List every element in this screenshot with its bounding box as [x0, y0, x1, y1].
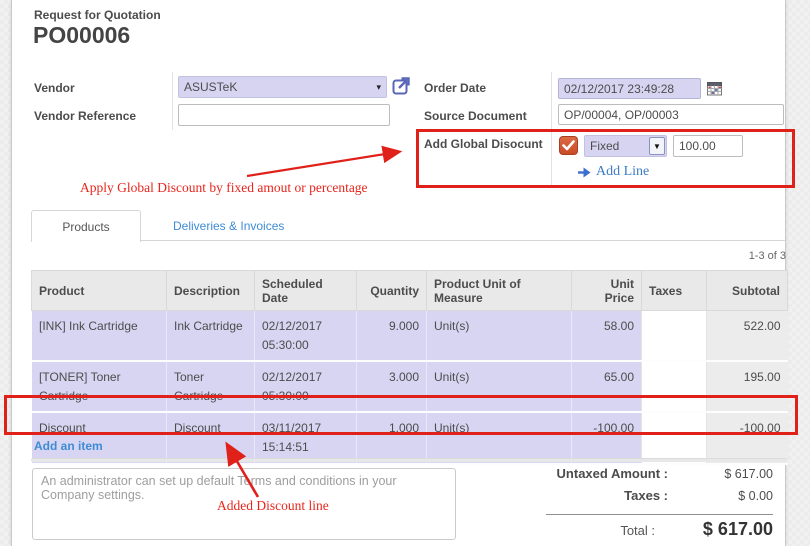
source-document-label: Source Document: [424, 109, 527, 123]
cell-subtotal: -100.00: [707, 412, 788, 463]
discount-amount-input[interactable]: [673, 135, 743, 157]
tab-deliveries-invoices[interactable]: Deliveries & Invoices: [161, 210, 296, 241]
vendor-select[interactable]: ASUSTeK ▾: [178, 76, 387, 98]
field-group-divider-left: [172, 72, 173, 130]
col-header-unit-price: Unit Price: [572, 271, 642, 311]
cell-unit-price: -100.00: [572, 412, 642, 463]
col-header-subtotal: Subtotal: [707, 271, 788, 311]
order-lines-table: Product Description Scheduled Date Quant…: [31, 270, 788, 465]
page: { "window": { "subtitle": "Request for Q…: [0, 0, 810, 546]
taxes-total-value: $ 0.00: [668, 489, 773, 503]
cell-scheduled-date: 02/12/2017 05:30:00: [255, 361, 357, 412]
external-link-icon[interactable]: [392, 76, 411, 95]
untaxed-amount-value: $ 617.00: [668, 467, 773, 481]
totals-divider: [546, 514, 773, 515]
cell-scheduled-date: 03/11/2017 15:14:51: [255, 412, 357, 463]
calendar-icon[interactable]: [707, 81, 722, 96]
tab-products[interactable]: Products: [31, 210, 141, 242]
cell-subtotal: 522.00: [707, 311, 788, 362]
table-header-row: Product Description Scheduled Date Quant…: [32, 271, 788, 311]
right-arrow-icon: [578, 167, 591, 178]
cell-quantity: 1.000: [357, 412, 427, 463]
add-line-label: Add Line: [596, 164, 649, 180]
discount-type-value: Fixed: [590, 139, 619, 153]
cell-description: Discount: [167, 412, 255, 463]
cell-uom: Unit(s): [427, 412, 572, 463]
cell-taxes: [642, 311, 707, 362]
pager: 1-3 of 3: [667, 250, 786, 262]
global-discount-checkbox[interactable]: [559, 136, 578, 155]
vendor-reference-input[interactable]: [178, 104, 390, 126]
tab-products-label: Products: [62, 220, 109, 234]
col-header-product: Product: [32, 271, 167, 311]
totals-panel: Untaxed Amount : $ 617.00 Taxes : $ 0.00…: [512, 466, 773, 545]
cell-scheduled-date: 02/12/2017 05:30:00: [255, 311, 357, 362]
vendor-label: Vendor: [34, 81, 75, 95]
table-row[interactable]: [TONER] Toner Cartridge Toner Cartridge …: [32, 361, 788, 412]
cell-taxes: [642, 361, 707, 412]
col-header-scheduled-date: Scheduled Date: [255, 271, 357, 311]
order-date-input[interactable]: [558, 78, 701, 99]
table-row-discount[interactable]: Discount Discount 03/11/2017 15:14:51 1.…: [32, 412, 788, 463]
cell-unit-price: 58.00: [572, 311, 642, 362]
checkmark-icon: [562, 140, 575, 151]
taxes-total-label: Taxes :: [512, 488, 668, 503]
cell-subtotal: 195.00: [707, 361, 788, 412]
cell-taxes: [642, 412, 707, 463]
doc-type-subtitle: Request for Quotation: [34, 8, 161, 22]
form-sheet: Request for Quotation PO00006 Vendor ASU…: [11, 0, 786, 546]
table-row[interactable]: [INK] Ink Cartridge Ink Cartridge 02/12/…: [32, 311, 788, 362]
total-value: $ 617.00: [655, 519, 773, 540]
tab-deliveries-invoices-label: Deliveries & Invoices: [173, 219, 284, 233]
col-header-quantity: Quantity: [357, 271, 427, 311]
field-group-divider-right: [551, 72, 552, 188]
cell-unit-price: 65.00: [572, 361, 642, 412]
notebook-tabbar: Products Deliveries & Invoices: [31, 210, 787, 241]
cell-description: Toner Cartridge: [167, 361, 255, 412]
add-line-link[interactable]: Add Line: [578, 164, 649, 180]
discount-type-select[interactable]: Fixed ▼: [584, 135, 667, 157]
section-separator: [31, 458, 787, 462]
cell-product: [TONER] Toner Cartridge: [32, 361, 167, 412]
cell-uom: Unit(s): [427, 361, 572, 412]
vendor-select-value: ASUSTeK: [184, 80, 237, 94]
order-date-label: Order Date: [424, 81, 486, 95]
cell-quantity: 9.000: [357, 311, 427, 362]
col-header-description: Description: [167, 271, 255, 311]
add-an-item-link[interactable]: Add an item: [34, 439, 103, 453]
cell-product: [INK] Ink Cartridge: [32, 311, 167, 362]
col-header-uom: Product Unit of Measure: [427, 271, 572, 311]
chevron-down-icon: ▼: [649, 137, 665, 155]
total-label: Total :: [512, 523, 655, 538]
cell-quantity: 3.000: [357, 361, 427, 412]
col-header-taxes: Taxes: [642, 271, 707, 311]
cell-uom: Unit(s): [427, 311, 572, 362]
source-document-input[interactable]: [558, 104, 784, 125]
global-discount-label: Add Global Disocunt: [424, 137, 543, 151]
chevron-down-icon: ▾: [376, 83, 381, 92]
terms-conditions-textarea[interactable]: [32, 468, 456, 540]
vendor-reference-label: Vendor Reference: [34, 109, 136, 123]
cell-product: Discount: [32, 412, 167, 463]
cell-description: Ink Cartridge: [167, 311, 255, 362]
untaxed-amount-label: Untaxed Amount :: [512, 466, 668, 481]
page-title: PO00006: [33, 22, 130, 49]
